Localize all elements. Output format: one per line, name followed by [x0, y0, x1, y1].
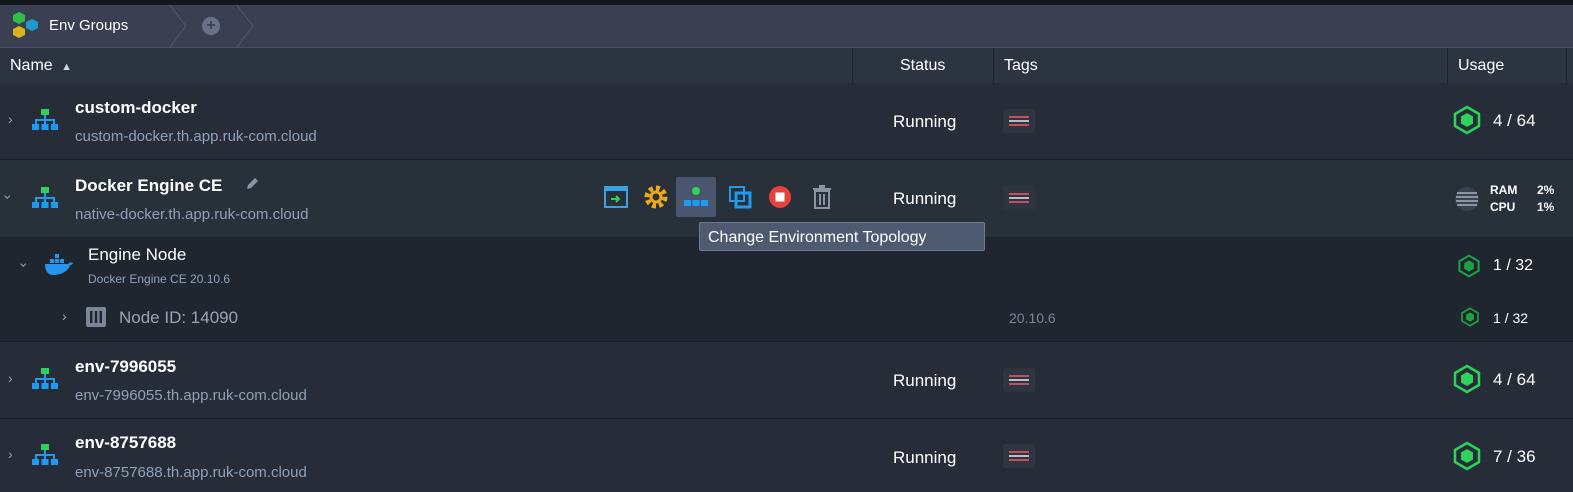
topology-icon [32, 109, 58, 130]
settings-icon [644, 185, 668, 209]
topology-icon [32, 368, 58, 389]
column-divider [1447, 48, 1448, 83]
collapse-chevron-icon[interactable]: › [0, 195, 16, 200]
cpu-value: 1% [1537, 200, 1555, 214]
ram-label: RAM [1490, 183, 1518, 197]
environment-row[interactable]: › custom-docker custom-docker.th.app.ruk… [0, 83, 1573, 159]
delete-icon [813, 185, 831, 209]
usage-value: 4 / 64 [1493, 111, 1536, 130]
column-header-usage[interactable]: Usage [1458, 48, 1504, 83]
edit-pencil-icon[interactable] [245, 177, 259, 191]
environment-url[interactable]: env-7996055.th.app.ruk-com.cloud [75, 387, 307, 404]
collapse-chevron-icon[interactable]: › [16, 263, 32, 268]
column-divider [1566, 48, 1567, 83]
expand-chevron-icon[interactable]: › [62, 308, 67, 324]
clone-icon [729, 186, 752, 209]
column-header-tags[interactable]: Tags [1004, 48, 1038, 83]
column-header-name-label: Name [10, 57, 53, 74]
env-groups-toolbar: Env Groups + [0, 5, 1573, 48]
cloudlet-icon [1453, 441, 1481, 471]
environment-status: Running [893, 448, 957, 467]
environment-status: Running [893, 112, 957, 131]
environment-name[interactable]: env-8757688 [75, 433, 176, 453]
environment-url[interactable]: native-docker.th.app.ruk-com.cloud [75, 206, 308, 223]
topology-icon [32, 444, 58, 465]
environment-row[interactable]: › env-7996055 env-7996055.th.app.ruk-com… [0, 342, 1573, 418]
tag-icon[interactable] [1003, 109, 1035, 133]
node-row[interactable]: › Node ID: 14090 20.10.6 1 / 32 [0, 295, 1573, 341]
cloudlet-icon [1461, 307, 1479, 327]
change-topology-button[interactable] [676, 177, 716, 217]
node-version: 20.10.6 [1009, 310, 1056, 326]
env-groups-tab-label: Env Groups [49, 17, 129, 34]
usage-value: 4 / 64 [1493, 370, 1536, 389]
environment-name[interactable]: custom-docker [75, 98, 197, 118]
stop-button[interactable] [760, 177, 800, 217]
node-group-name[interactable]: Engine Node [88, 245, 186, 265]
ram-cpu-icon [1455, 187, 1479, 211]
usage-value: 1 / 32 [1493, 257, 1534, 274]
change-topology-tooltip: Change Environment Topology [699, 222, 985, 251]
docker-whale-icon [45, 254, 73, 275]
sort-ascending-icon: ▲ [61, 61, 73, 73]
clone-button[interactable] [720, 177, 760, 217]
settings-button[interactable] [636, 177, 676, 217]
tag-icon[interactable] [1003, 186, 1035, 210]
expand-chevron-icon[interactable]: › [8, 111, 13, 127]
ram-value: 2% [1537, 183, 1555, 197]
delete-button[interactable] [802, 177, 842, 217]
environment-name[interactable]: env-7996055 [75, 357, 176, 377]
add-tab-button[interactable]: + [202, 17, 220, 35]
expand-chevron-icon[interactable]: › [8, 370, 13, 386]
cpu-label: CPU [1490, 200, 1516, 214]
tab-separator-chevron [236, 5, 254, 47]
column-divider [993, 48, 994, 83]
cloudlet-icon [1453, 364, 1481, 394]
environment-status: Running [893, 189, 957, 208]
env-groups-tab[interactable]: Env Groups [0, 5, 170, 47]
column-divider [852, 48, 853, 83]
tab-separator-chevron [169, 5, 187, 47]
environments-table-header: Name ▲ Status Tags Usage [0, 48, 1573, 83]
stop-icon [769, 186, 791, 208]
environment-row[interactable]: › env-8757688 env-8757688.th.app.ruk-com… [0, 419, 1573, 492]
topology-icon [32, 187, 58, 208]
column-header-name[interactable]: Name ▲ [10, 48, 72, 83]
environment-status: Running [893, 371, 957, 390]
usage-value: 1 / 32 [1493, 310, 1529, 326]
open-in-browser-icon [604, 186, 628, 208]
column-header-status[interactable]: Status [900, 48, 945, 83]
environment-name[interactable]: Docker Engine CE [75, 176, 222, 196]
cloudlet-icon [1453, 105, 1481, 135]
tag-icon[interactable] [1003, 444, 1035, 468]
cloudlet-icon [1458, 254, 1480, 278]
environment-url[interactable]: env-8757688.th.app.ruk-com.cloud [75, 464, 307, 481]
tag-icon[interactable] [1003, 368, 1035, 392]
node-group-stack: Docker Engine CE 20.10.6 [88, 272, 231, 286]
expand-chevron-icon[interactable]: › [8, 446, 13, 462]
change-topology-icon [684, 187, 708, 206]
environment-url[interactable]: custom-docker.th.app.ruk-com.cloud [75, 128, 317, 145]
env-groups-logo-icon [13, 12, 38, 38]
node-icon [86, 307, 106, 327]
node-id-label[interactable]: Node ID: 14090 [119, 308, 238, 328]
open-in-browser-button[interactable] [596, 177, 636, 217]
usage-value: 7 / 36 [1493, 447, 1536, 466]
